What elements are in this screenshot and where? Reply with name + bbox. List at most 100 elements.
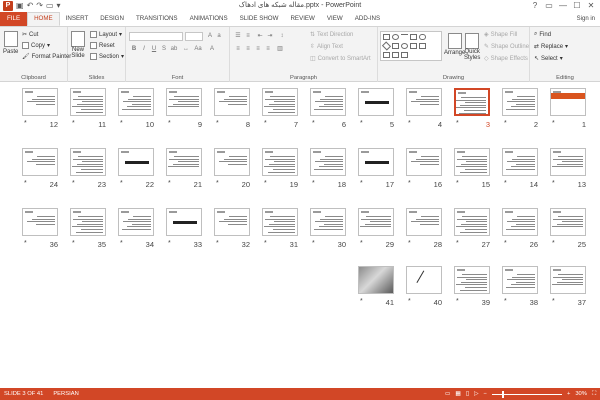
slide-thumbnail-40[interactable] <box>406 266 442 294</box>
transition-star-icon[interactable]: * <box>312 120 315 127</box>
circle-shape-icon[interactable] <box>401 43 408 49</box>
tab-transitions[interactable]: TRANSITIONS <box>130 12 184 26</box>
slide-thumbnail-13[interactable] <box>550 148 586 176</box>
convert-smartart-button[interactable]: ◫ Convert to SmartArt <box>310 55 371 63</box>
slide-thumbnail-9[interactable] <box>166 88 202 116</box>
slide-thumbnail-12[interactable] <box>22 88 58 116</box>
help-icon[interactable]: ? <box>528 0 542 12</box>
transition-star-icon[interactable]: * <box>216 240 219 247</box>
close-icon[interactable]: ✕ <box>584 0 598 12</box>
bracket-shape-icon[interactable] <box>392 52 399 58</box>
slide-thumbnail-10[interactable] <box>118 88 154 116</box>
change-case-icon[interactable]: Aa <box>194 45 202 53</box>
bullets-icon[interactable]: ☰ <box>234 32 242 40</box>
tab-file[interactable]: FILE <box>0 12 28 26</box>
slide-thumbnail-41[interactable] <box>358 266 394 294</box>
slide-thumbnail-16[interactable] <box>406 148 442 176</box>
rectangle-shape-icon[interactable] <box>383 34 390 40</box>
transition-star-icon[interactable]: * <box>312 180 315 187</box>
slide-thumbnail-22[interactable] <box>118 148 154 176</box>
start-icon[interactable]: ▭ <box>46 1 54 11</box>
transition-star-icon[interactable]: * <box>456 180 459 187</box>
shadow-icon[interactable]: S <box>160 45 168 53</box>
transition-star-icon[interactable]: * <box>504 120 507 127</box>
transition-star-icon[interactable]: * <box>120 120 123 127</box>
slide-thumbnail-30[interactable] <box>310 208 346 236</box>
align-right-icon[interactable]: ≡ <box>254 45 262 53</box>
quick-styles-button[interactable]: Quick Styles <box>464 33 480 61</box>
brace-shape-icon[interactable] <box>383 52 390 58</box>
transition-star-icon[interactable]: * <box>72 240 75 247</box>
text-direction-button[interactable]: ⇅ Text Direction <box>310 31 353 39</box>
slide-thumbnail-29[interactable] <box>358 208 394 236</box>
transition-star-icon[interactable]: * <box>216 120 219 127</box>
transition-star-icon[interactable]: * <box>24 240 27 247</box>
format-painter-button[interactable]: 🖌 Format Painter <box>22 53 71 61</box>
sign-in-link[interactable]: Sign in <box>577 12 595 26</box>
slide-thumbnail-11[interactable] <box>70 88 106 116</box>
shrink-font-icon[interactable]: a <box>215 32 223 40</box>
slide-thumbnail-21[interactable] <box>166 148 202 176</box>
shapes-gallery[interactable] <box>380 31 442 61</box>
slide-thumbnail-6[interactable] <box>310 88 346 116</box>
transition-star-icon[interactable]: * <box>552 240 555 247</box>
grow-font-icon[interactable]: A <box>206 32 214 40</box>
customize-icon[interactable]: ▾ <box>57 1 61 11</box>
paste-button[interactable]: Paste <box>3 31 18 55</box>
save-icon[interactable]: ▣ <box>16 1 24 11</box>
reset-button[interactable]: Reset <box>90 42 115 49</box>
columns-icon[interactable]: ▥ <box>276 45 284 53</box>
slide-thumbnail-14[interactable] <box>502 148 538 176</box>
copy-button[interactable]: Copy ▾ <box>22 42 50 49</box>
font-size-combo[interactable] <box>185 32 203 41</box>
slide-thumbnail-4[interactable] <box>406 88 442 116</box>
restore-icon[interactable]: ☐ <box>570 0 584 12</box>
slide-thumbnail-27[interactable] <box>454 208 490 236</box>
slide-thumbnail-18[interactable] <box>310 148 346 176</box>
select-button[interactable]: ↖ Select ▾ <box>534 55 563 63</box>
transition-star-icon[interactable]: * <box>168 240 171 247</box>
tab-design[interactable]: DESIGN <box>94 12 130 26</box>
transition-star-icon[interactable]: * <box>360 298 363 305</box>
slide-thumbnail-19[interactable] <box>262 148 298 176</box>
increase-indent-icon[interactable]: ⇥ <box>266 32 274 40</box>
align-text-button[interactable]: ⇳ Align Text <box>310 43 343 51</box>
slide-thumbnail-38[interactable] <box>502 266 538 294</box>
align-left-icon[interactable]: ≡ <box>234 45 242 53</box>
cut-button[interactable]: ✂ Cut <box>22 31 38 39</box>
slide-thumbnail-33[interactable] <box>166 208 202 236</box>
slide-thumbnail-25[interactable] <box>550 208 586 236</box>
slide-thumbnail-39[interactable] <box>454 266 490 294</box>
rounded-rect-shape-icon[interactable] <box>419 34 426 40</box>
layout-button[interactable]: Layout ▾ <box>90 31 122 38</box>
line-spacing-icon[interactable]: ↕ <box>278 32 286 40</box>
tab-animations[interactable]: ANIMATIONS <box>184 12 234 26</box>
reading-view-icon[interactable]: ▯ <box>466 388 469 400</box>
slide-thumbnail-3[interactable] <box>454 88 490 116</box>
undo-icon[interactable]: ↶ <box>27 1 34 11</box>
decrease-indent-icon[interactable]: ⇤ <box>256 32 264 40</box>
align-center-icon[interactable]: ≡ <box>244 45 252 53</box>
slide-thumbnail-37[interactable] <box>550 266 586 294</box>
italic-icon[interactable]: I <box>140 45 148 53</box>
slide-thumbnail-32[interactable] <box>214 208 250 236</box>
transition-star-icon[interactable]: * <box>360 120 363 127</box>
slide-thumbnail-5[interactable] <box>358 88 394 116</box>
tab-home[interactable]: HOME <box>27 12 60 26</box>
transition-star-icon[interactable]: * <box>504 240 507 247</box>
slide-thumbnail-34[interactable] <box>118 208 154 236</box>
transition-star-icon[interactable]: * <box>168 120 171 127</box>
section-button[interactable]: Section ▾ <box>90 53 124 60</box>
transition-star-icon[interactable]: * <box>312 240 315 247</box>
tab-insert[interactable]: INSERT <box>60 12 95 26</box>
find-button[interactable]: ⌕ Find <box>534 31 551 38</box>
slide-thumbnail-36[interactable] <box>22 208 58 236</box>
line-shape-icon[interactable] <box>401 34 408 40</box>
transition-star-icon[interactable]: * <box>360 240 363 247</box>
slide-thumbnail-26[interactable] <box>502 208 538 236</box>
callout-shape-icon[interactable] <box>410 43 417 49</box>
tab-slide-show[interactable]: SLIDE SHOW <box>234 12 285 26</box>
redo-icon[interactable]: ↷ <box>36 1 43 11</box>
slide-thumbnail-8[interactable] <box>214 88 250 116</box>
fit-slide-icon[interactable]: ⛶ <box>592 388 596 400</box>
